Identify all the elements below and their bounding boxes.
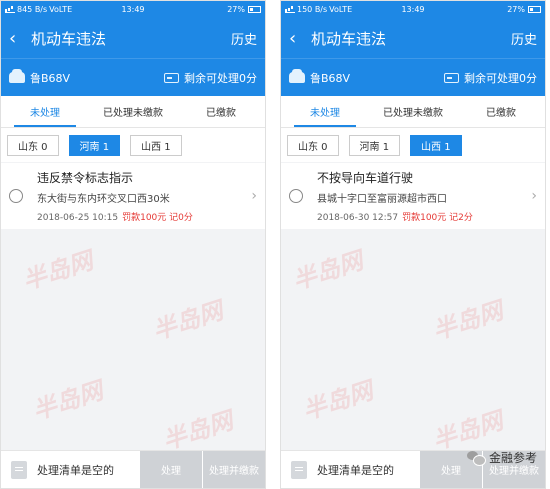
status-tabs: 未处理 已处理未缴款 已缴款 bbox=[1, 96, 265, 128]
battery-percent: 27% bbox=[507, 5, 525, 14]
violation-list-item[interactable]: 不按导向车道行驶 县城十字口至富丽源超市西口 2018-06-30 12:57 罚… bbox=[281, 163, 545, 229]
status-time: 13:49 bbox=[121, 5, 145, 14]
tab-processed-unpaid[interactable]: 已处理未缴款 bbox=[369, 96, 457, 127]
wechat-account-watermark: 金融参考 bbox=[466, 449, 537, 466]
region-shanxi-button[interactable]: 山西 1 bbox=[410, 134, 462, 156]
battery-percent: 27% bbox=[227, 5, 245, 14]
violation-datetime: 2018-06-30 12:57 bbox=[317, 213, 399, 223]
status-tabs: 未处理 已处理未缴款 已缴款 bbox=[281, 96, 545, 128]
violation-address: 东大街与东内环交叉口西30米 bbox=[37, 194, 170, 205]
violation-details: 违反禁令标志指示 东大街与东内环交叉口西30米 2018-06-25 10:15… bbox=[37, 169, 247, 223]
chevron-right-icon: › bbox=[251, 188, 257, 204]
phone-screen-right: 150 B/s VoLTE 13:49 27% ‹ 机动车违法 历史 鲁B68V … bbox=[280, 0, 546, 489]
license-plate: 鲁B68V bbox=[30, 71, 71, 85]
signal-icon bbox=[285, 6, 295, 13]
empty-list-text: 处理清单是空的 bbox=[37, 463, 114, 477]
region-shandong-button[interactable]: 山东 0 bbox=[287, 134, 339, 156]
region-henan-button[interactable]: 河南 1 bbox=[68, 134, 121, 156]
status-time: 13:49 bbox=[401, 5, 425, 14]
remaining-points: 剩余可处理0分 bbox=[184, 71, 257, 85]
phone-screen-left: 845 B/s VoLTE 13:49 27% ‹ 机动车违法 历史 鲁B68V … bbox=[0, 0, 266, 489]
region-shandong-button[interactable]: 山东 0 bbox=[7, 134, 59, 156]
license-card-icon bbox=[164, 72, 179, 83]
violation-penalty: 罚款100元 记2分 bbox=[402, 213, 473, 223]
car-icon bbox=[9, 69, 25, 83]
watermark: 半岛网 bbox=[299, 376, 377, 426]
process-and-pay-button[interactable]: 处理并缴款 bbox=[203, 450, 265, 488]
bottom-action-bar: 处理清单是空的 处理 处理并缴款 bbox=[1, 450, 265, 488]
violation-details: 不按导向车道行驶 县城十字口至富丽源超市西口 2018-06-30 12:57 罚… bbox=[317, 169, 527, 223]
violation-datetime: 2018-06-25 10:15 bbox=[37, 213, 119, 223]
carrier-label: VoLTE bbox=[329, 5, 353, 14]
battery-icon bbox=[247, 6, 261, 13]
signal-icon bbox=[5, 6, 15, 13]
watermark: 半岛网 bbox=[19, 246, 97, 296]
region-henan-button[interactable]: 河南 1 bbox=[348, 134, 401, 156]
carrier-label: VoLTE bbox=[49, 5, 73, 14]
violation-address: 县城十字口至富丽源超市西口 bbox=[317, 194, 447, 205]
watermark: 半岛网 bbox=[429, 296, 507, 346]
app-header: ‹ 机动车违法 历史 bbox=[1, 18, 265, 58]
wechat-icon bbox=[466, 450, 486, 466]
region-filter: 山东 0 河南 1 山西 1 bbox=[1, 128, 265, 162]
tab-unprocessed[interactable]: 未处理 bbox=[281, 96, 369, 127]
remaining-points: 剩余可处理0分 bbox=[464, 71, 537, 85]
tab-unprocessed[interactable]: 未处理 bbox=[1, 96, 89, 127]
history-button[interactable]: 历史 bbox=[511, 29, 537, 48]
back-arrow-icon[interactable]: ‹ bbox=[289, 28, 307, 49]
status-bar: 150 B/s VoLTE 13:49 27% bbox=[281, 1, 545, 18]
chevron-right-icon: › bbox=[531, 188, 537, 204]
checklist-icon bbox=[291, 460, 307, 479]
license-plate: 鲁B68V bbox=[310, 71, 351, 85]
status-bar: 845 B/s VoLTE 13:49 27% bbox=[1, 1, 265, 18]
violation-list-item[interactable]: 违反禁令标志指示 东大街与东内环交叉口西30米 2018-06-25 10:15… bbox=[1, 163, 265, 229]
page-title: 机动车违法 bbox=[311, 29, 387, 48]
app-header: ‹ 机动车违法 历史 bbox=[281, 18, 545, 58]
network-speed: 845 B/s bbox=[17, 5, 48, 14]
battery-icon bbox=[527, 6, 541, 13]
watermark: 半岛网 bbox=[429, 406, 507, 456]
violation-title: 违反禁令标志指示 bbox=[37, 171, 134, 185]
empty-list-text: 处理清单是空的 bbox=[317, 463, 394, 477]
checklist-icon bbox=[11, 460, 27, 479]
tab-paid[interactable]: 已缴款 bbox=[177, 96, 265, 127]
select-radio[interactable] bbox=[289, 189, 303, 203]
wechat-account-name: 金融参考 bbox=[488, 451, 537, 465]
region-shanxi-button[interactable]: 山西 1 bbox=[130, 134, 182, 156]
vehicle-info-bar: 鲁B68V 剩余可处理0分 bbox=[281, 58, 545, 96]
network-speed: 150 B/s bbox=[297, 5, 328, 14]
history-button[interactable]: 历史 bbox=[231, 29, 257, 48]
region-filter: 山东 0 河南 1 山西 1 bbox=[281, 128, 545, 162]
watermark: 半岛网 bbox=[159, 406, 237, 456]
watermark: 半岛网 bbox=[29, 376, 107, 426]
vehicle-info-bar: 鲁B68V 剩余可处理0分 bbox=[1, 58, 265, 96]
watermark: 半岛网 bbox=[149, 296, 227, 346]
violation-title: 不按导向车道行驶 bbox=[317, 171, 414, 185]
tab-processed-unpaid[interactable]: 已处理未缴款 bbox=[89, 96, 177, 127]
car-icon bbox=[289, 69, 305, 83]
violation-penalty: 罚款100元 记0分 bbox=[122, 213, 193, 223]
watermark: 半岛网 bbox=[289, 246, 367, 296]
license-card-icon bbox=[444, 72, 459, 83]
back-arrow-icon[interactable]: ‹ bbox=[9, 28, 27, 49]
select-radio[interactable] bbox=[9, 189, 23, 203]
page-title: 机动车违法 bbox=[31, 29, 107, 48]
tab-paid[interactable]: 已缴款 bbox=[457, 96, 545, 127]
process-button[interactable]: 处理 bbox=[140, 450, 202, 488]
